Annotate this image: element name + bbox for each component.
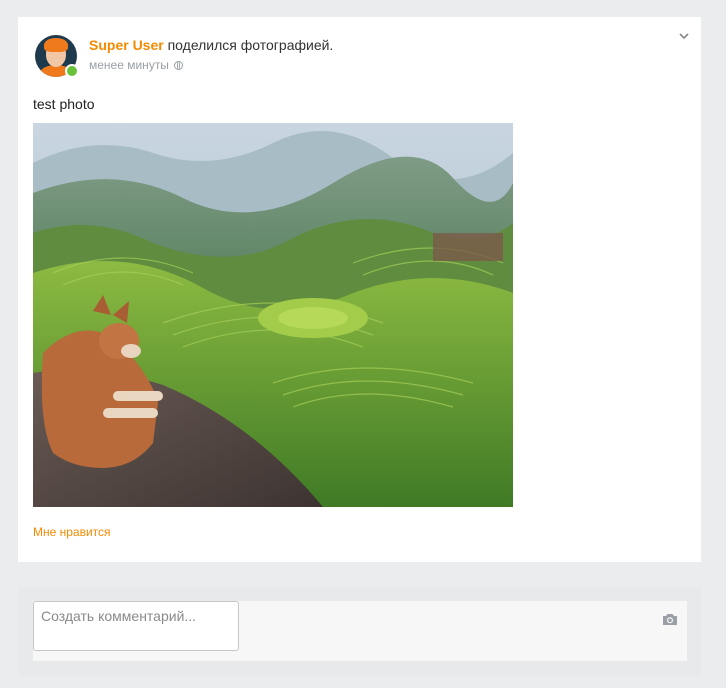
post-body-text: test photo	[33, 96, 95, 112]
post-header: Super User поделился фотографией.	[89, 37, 333, 55]
online-status-indicator	[65, 64, 79, 78]
author-link[interactable]: Super User	[89, 37, 164, 53]
post-photo[interactable]	[33, 123, 513, 507]
post-time[interactable]: менее минуты	[89, 58, 169, 72]
comment-box	[33, 601, 687, 661]
post-meta: менее минуты	[89, 58, 183, 72]
globe-icon	[173, 61, 183, 70]
chevron-down-icon[interactable]	[677, 29, 691, 43]
post-card: Super User поделился фотографией. менее …	[18, 17, 701, 562]
comment-input[interactable]	[33, 601, 239, 651]
post-action-text: поделился фотографией.	[163, 37, 334, 53]
comment-section	[18, 587, 701, 675]
camera-icon[interactable]	[662, 612, 678, 626]
like-link[interactable]: Мне нравится	[33, 525, 111, 539]
